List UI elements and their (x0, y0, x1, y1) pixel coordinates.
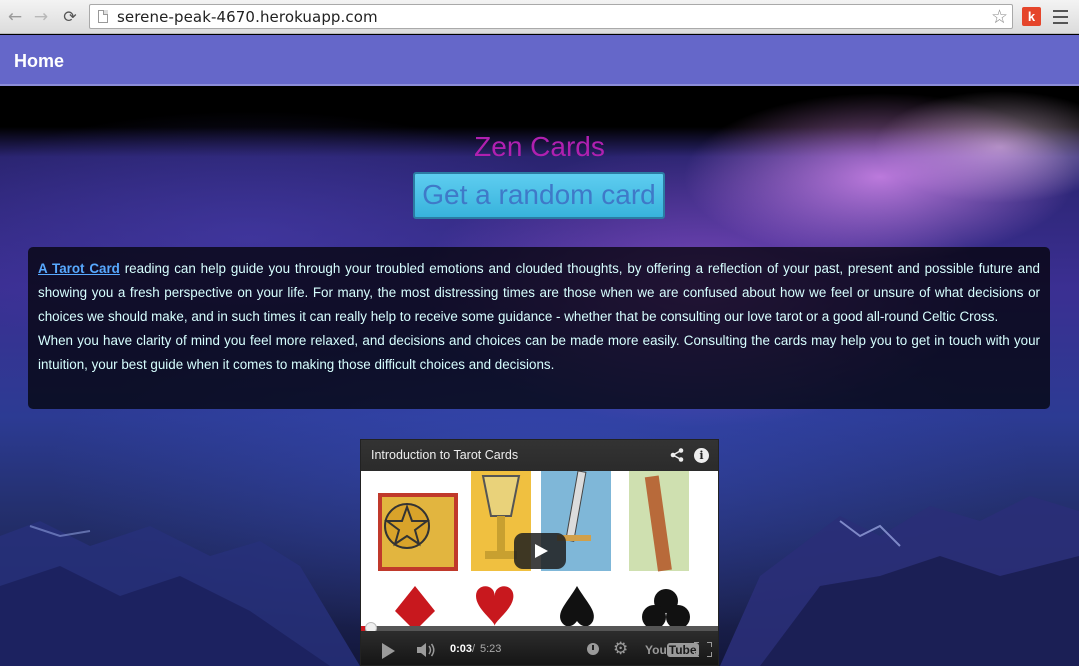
tarot-card-link[interactable]: A Tarot Card (38, 261, 120, 276)
nav-home-link[interactable]: Home (14, 51, 64, 72)
info-icon[interactable]: i (694, 448, 709, 463)
play-button-icon[interactable] (514, 533, 566, 569)
youtube-logo-you: You (645, 643, 667, 657)
browser-menu-icon[interactable] (1053, 10, 1068, 24)
intro-paragraph-2: When you have clarity of mind you feel m… (38, 333, 1040, 372)
settings-gear-icon[interactable]: ⚙ (613, 639, 628, 659)
watch-later-icon[interactable] (587, 643, 599, 655)
video-title[interactable]: Introduction to Tarot Cards (371, 448, 518, 462)
video-duration: 5:23 (480, 643, 502, 655)
page-title: Zen Cards (474, 131, 605, 162)
reload-icon[interactable]: ⟳ (59, 6, 81, 28)
youtube-logo-icon[interactable]: You Tube (645, 643, 699, 657)
video-controls: 0:03 / 5:23 ⚙ You Tube (361, 631, 718, 665)
site-navbar: Home (0, 35, 1079, 86)
random-card-button[interactable]: Get a random card (413, 172, 665, 219)
intro-paragraph-1: A Tarot Card reading can help guide you … (38, 257, 1040, 329)
back-arrow-icon[interactable]: ← (4, 6, 26, 28)
fullscreen-icon[interactable] (694, 642, 712, 657)
share-icon[interactable] (670, 448, 684, 462)
video-player[interactable]: Introduction to Tarot Cards i 0:03 / 5:2… (360, 439, 719, 666)
time-separator: / (472, 643, 476, 655)
browser-toolbar: ← → ⟳ serene-peak-4670.herokuapp.com ☆ k (0, 0, 1079, 34)
hero-background: Zen Cards Get a random card A Tarot Card… (0, 87, 1079, 666)
tarot-info-panel: A Tarot Card reading can help guide you … (28, 247, 1050, 409)
forward-arrow-icon[interactable]: → (30, 6, 52, 28)
url-text[interactable]: serene-peak-4670.herokuapp.com (117, 8, 378, 26)
intro-paragraph-1-text: reading can help guide you through your … (38, 261, 1041, 324)
current-time: 0:03 (450, 643, 473, 655)
play-icon[interactable] (382, 643, 395, 659)
address-bar[interactable]: serene-peak-4670.herokuapp.com ☆ (89, 4, 1013, 29)
extension-icon[interactable]: k (1022, 7, 1041, 26)
video-title-bar: Introduction to Tarot Cards i (361, 440, 718, 471)
volume-icon[interactable] (417, 642, 437, 658)
bookmark-star-icon[interactable]: ☆ (991, 6, 1008, 28)
page-icon (98, 10, 108, 23)
